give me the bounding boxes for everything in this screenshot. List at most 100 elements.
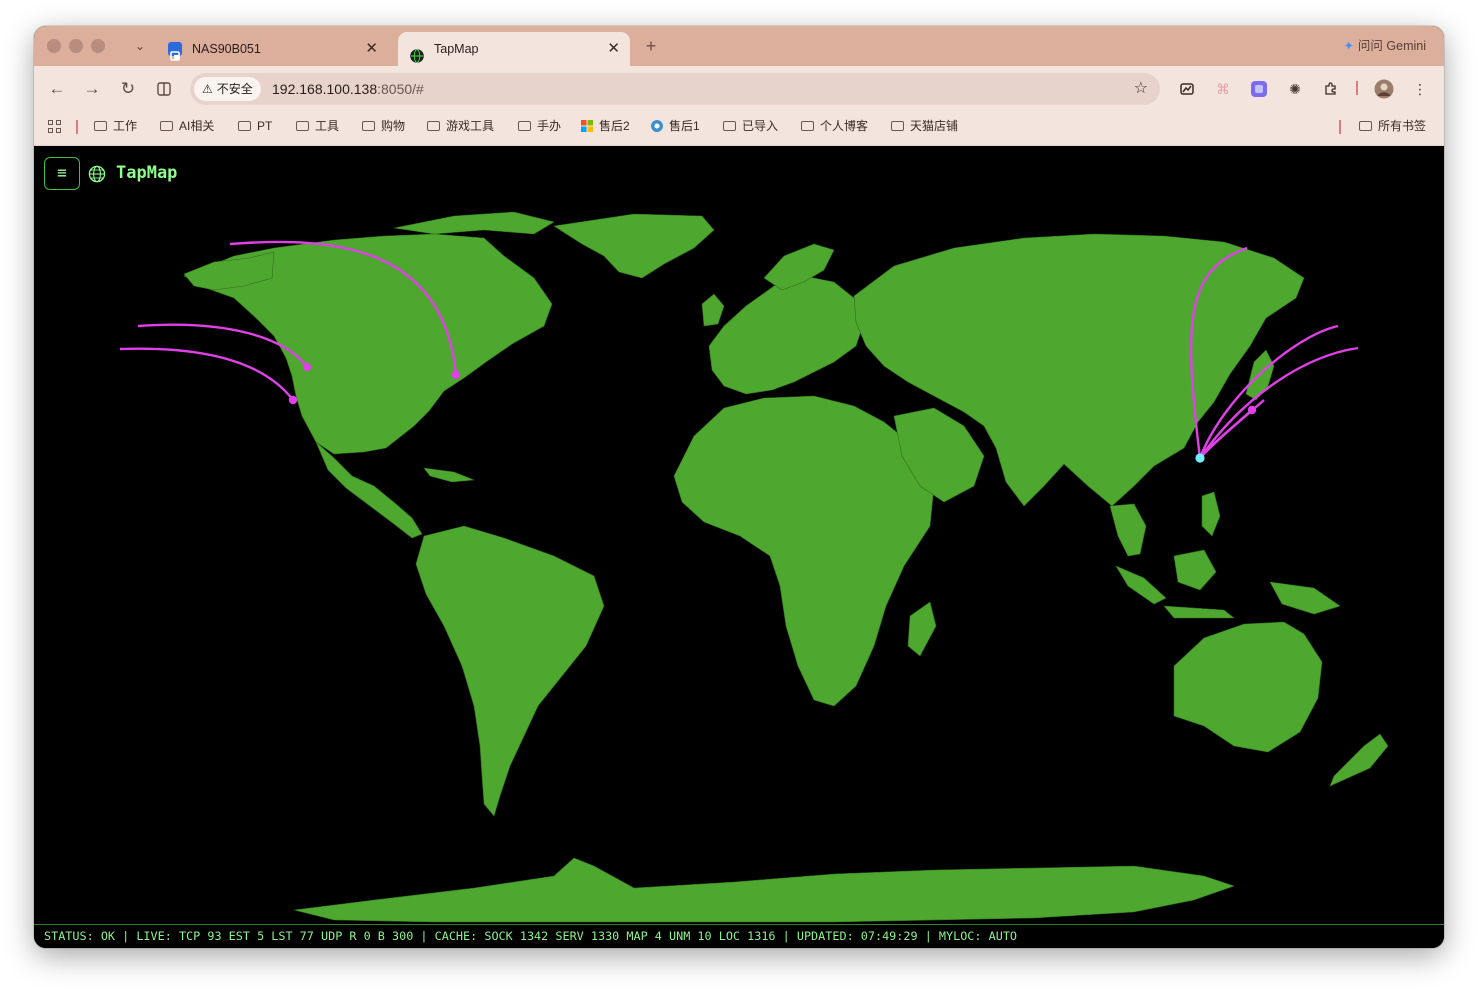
browser-toolbar: ← → ↻ ⚠ 不安全 192.168.100.138:8050/# ☆ ⌘ ✺ … xyxy=(34,66,1444,112)
split-view-icon[interactable] xyxy=(153,78,175,100)
bookmark-folder[interactable]: AI相关 xyxy=(160,112,214,140)
windows-logo-icon xyxy=(581,120,593,132)
bookmark-folder[interactable]: 手办 xyxy=(518,112,561,140)
folder-icon xyxy=(94,121,107,131)
url-text[interactable]: 192.168.100.138:8050/# xyxy=(272,73,424,105)
origin-dot[interactable] xyxy=(1195,453,1205,463)
tab-tapmap-title: TapMap xyxy=(434,42,479,56)
tapmap-app: ≡ TapMap STATUS: OK | LIVE: TCP 93 EST 5… xyxy=(34,146,1444,948)
bookmark-label: 工具 xyxy=(315,119,340,133)
purple-extension-icon[interactable] xyxy=(1249,79,1269,99)
bookmark-folder[interactable]: 工具 xyxy=(296,112,339,140)
endpoint-dot xyxy=(302,362,312,372)
bookmark-star-icon[interactable]: ☆ xyxy=(1134,73,1148,105)
address-bar[interactable]: ⚠ 不安全 192.168.100.138:8050/# ☆ xyxy=(190,73,1160,105)
bookmark-label: 天猫店铺 xyxy=(910,119,959,133)
folder-icon xyxy=(518,121,531,131)
philippines xyxy=(1201,491,1221,537)
close-tab-icon[interactable]: ✕ xyxy=(365,32,378,66)
greenland xyxy=(553,213,715,279)
endpoint-dot xyxy=(288,395,298,405)
uk xyxy=(701,293,725,327)
folder-icon xyxy=(238,121,251,131)
bookmark-folder[interactable]: 已导入 xyxy=(723,112,778,140)
folder-icon xyxy=(723,121,736,131)
bookmarks-bar: 工作 AI相关 PT 工具 购物 游戏工具 手办 售后2 售后1 已导入 个人博… xyxy=(34,112,1444,146)
tab-nas-title: NAS90B051 xyxy=(192,42,261,56)
zoom-window-button[interactable] xyxy=(91,39,105,53)
bookmark-item[interactable]: 售后1 xyxy=(651,112,700,140)
cuba xyxy=(423,467,475,483)
gemini-label: 问问 Gemini xyxy=(1357,39,1426,53)
indonesia-sumatra xyxy=(1115,565,1167,605)
bookmark-label: 工作 xyxy=(113,119,138,133)
folder-icon xyxy=(801,121,814,131)
globe-favicon-icon xyxy=(410,42,424,63)
security-chip[interactable]: ⚠ 不安全 xyxy=(194,77,261,101)
australia xyxy=(1173,621,1323,753)
folder-icon xyxy=(1359,121,1372,131)
bookmark-label: 游戏工具 xyxy=(446,119,495,133)
bookmark-folder[interactable]: 工作 xyxy=(94,112,137,140)
screenshot-extension-icon[interactable] xyxy=(1177,79,1197,99)
all-bookmarks-folder[interactable]: 所有书签 xyxy=(1359,112,1426,140)
bookmark-label: 个人博客 xyxy=(820,119,869,133)
bookmarks-divider xyxy=(76,120,78,134)
indochina xyxy=(1109,503,1147,557)
bookmark-label: 购物 xyxy=(381,119,406,133)
indonesia-java xyxy=(1163,605,1235,619)
status-bar: STATUS: OK | LIVE: TCP 93 EST 5 LST 77 U… xyxy=(34,924,1444,948)
nas-favicon-icon xyxy=(168,42,182,61)
profile-avatar[interactable] xyxy=(1374,79,1394,99)
globe-icon xyxy=(88,165,106,183)
bookmark-label: 所有书签 xyxy=(1378,119,1427,133)
back-arrow-icon[interactable]: ← xyxy=(46,78,68,100)
shop-logo-icon xyxy=(651,120,663,132)
tab-tapmap[interactable]: TapMap ✕ xyxy=(398,32,630,66)
indonesia-borneo xyxy=(1173,549,1217,591)
bookmark-folder[interactable]: 个人博客 xyxy=(801,112,868,140)
bookmark-folder[interactable]: 天猫店铺 xyxy=(891,112,958,140)
reload-icon[interactable]: ↻ xyxy=(117,78,139,100)
new-tab-plus-icon[interactable]: + xyxy=(640,34,662,58)
bookmark-label: 售后1 xyxy=(669,119,700,133)
europe xyxy=(708,275,865,395)
bow-extension-icon[interactable]: ⌘ xyxy=(1213,79,1233,99)
africa xyxy=(673,395,935,707)
app-title: TapMap xyxy=(116,163,178,183)
close-window-button[interactable] xyxy=(47,39,61,53)
gemini-spark-icon: ✦ xyxy=(1343,39,1354,53)
bookmark-folder[interactable]: 游戏工具 xyxy=(427,112,494,140)
arc-line xyxy=(119,347,294,401)
browser-window: ⌄ NAS90B051 ✕ TapMap ✕ + ✦ 问问 Gemini ← → … xyxy=(34,26,1444,948)
world-map[interactable] xyxy=(34,186,1444,926)
land-masses xyxy=(183,211,1389,923)
south-america xyxy=(415,525,605,817)
tab-nas[interactable]: NAS90B051 ✕ xyxy=(156,32,388,66)
bookmark-label: 售后2 xyxy=(599,119,630,133)
central-america xyxy=(315,441,423,539)
bookmark-folder[interactable]: 购物 xyxy=(362,112,405,140)
minimize-window-button[interactable] xyxy=(69,39,83,53)
openai-extension-icon[interactable]: ✺ xyxy=(1285,79,1305,99)
warning-triangle-icon: ⚠ xyxy=(202,82,213,96)
madagascar xyxy=(907,601,937,657)
gemini-button[interactable]: ✦ 问问 Gemini xyxy=(1343,36,1426,56)
toolbar-divider xyxy=(1356,81,1358,95)
security-label: 不安全 xyxy=(216,82,253,96)
bookmark-item[interactable]: 售后2 xyxy=(581,112,630,140)
bookmark-folder[interactable]: PT xyxy=(238,112,272,140)
bookmarks-divider xyxy=(1339,120,1341,134)
forward-arrow-icon[interactable]: → xyxy=(81,78,103,100)
endpoint-dot xyxy=(451,370,461,380)
puzzle-extensions-icon[interactable] xyxy=(1321,79,1341,99)
url-path: :8050/# xyxy=(377,81,424,97)
folder-icon xyxy=(891,121,904,131)
new-zealand xyxy=(1329,733,1389,787)
apps-grid-icon[interactable] xyxy=(48,120,62,134)
url-host: 192.168.100.138 xyxy=(272,81,378,97)
kebab-menu-icon[interactable]: ⋮ xyxy=(1410,79,1430,99)
close-tab-icon[interactable]: ✕ xyxy=(607,32,620,66)
new-guinea xyxy=(1269,581,1341,615)
tab-search-chevron-icon[interactable]: ⌄ xyxy=(130,36,150,56)
